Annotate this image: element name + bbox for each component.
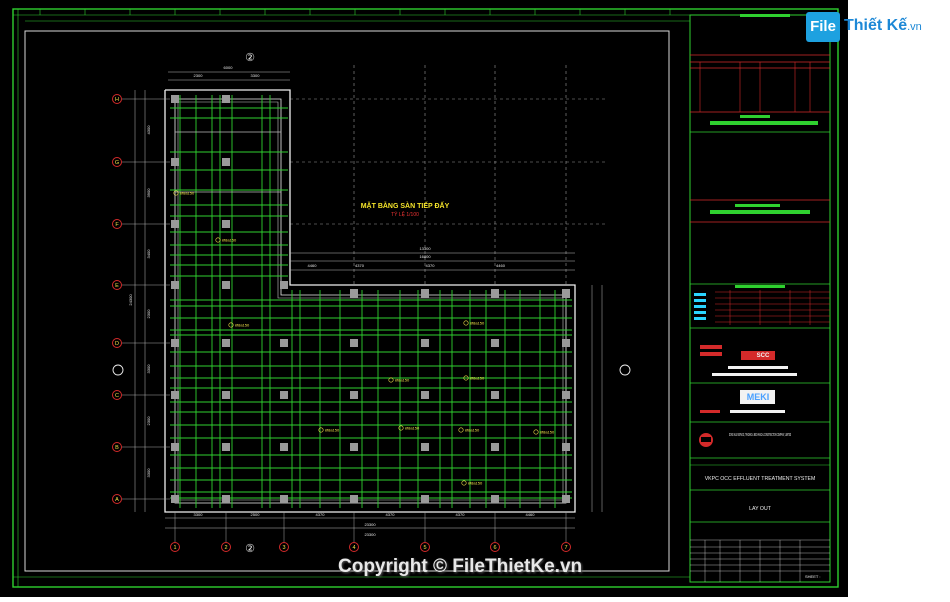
dim-top-a: 2300 xyxy=(194,73,204,78)
dim-bottom-1: 2500 xyxy=(251,512,261,517)
dim-left-6: 3300 xyxy=(146,468,151,478)
grid-row-c-label: C xyxy=(115,393,119,399)
section-mark-left xyxy=(112,364,124,376)
grid-col-7-label: 7 xyxy=(564,545,567,551)
rebar-tag-3: Ø8a150 xyxy=(470,321,485,326)
meki-logo: MEKI xyxy=(747,392,770,402)
dim-top-b: 3300 xyxy=(251,73,261,78)
section-mark-top: ② xyxy=(245,52,255,64)
sheet-title: LAY OUT xyxy=(749,506,772,512)
rebar-tag-marker xyxy=(173,190,179,196)
rebar-tag-marker xyxy=(461,480,467,486)
grid-col-4-label: 4 xyxy=(352,545,355,551)
scc-logo: SCC xyxy=(757,353,770,359)
grid-row-b-label: B xyxy=(115,445,119,451)
dim-bottom-3: 4370 xyxy=(386,512,396,517)
dim-bottom-0: 3300 xyxy=(194,512,204,517)
dim-bottom-5: 4460 xyxy=(526,512,536,517)
grid-row-g-label: G xyxy=(115,160,119,166)
dim-span-2: 4370 xyxy=(426,263,436,268)
dim-span-0: 4460 xyxy=(308,263,318,268)
logo-word: Thiết Kế xyxy=(844,17,908,34)
grid-col-3-label: 3 xyxy=(282,545,285,551)
dim-bottom-2: 4370 xyxy=(316,512,326,517)
drawing-title: MẶT BẰNG SÀN TIẾP ĐẤY xyxy=(361,200,450,210)
rebar-tag-6: Ø8a150 xyxy=(325,428,340,433)
logo-mark: File xyxy=(806,12,840,42)
company-name: DONG HUU SERVICE, TRADING & MECHANICAL C… xyxy=(729,432,791,437)
dim-span-3: 4460 xyxy=(496,263,506,268)
grid-row-e-label: E xyxy=(115,283,119,289)
dim-span-1: 4370 xyxy=(355,263,365,268)
dim-left-1: 3900 xyxy=(146,188,151,198)
grid-row-d-label: D xyxy=(115,341,119,347)
section-mark-bottom: ② xyxy=(245,543,255,555)
title-block xyxy=(690,14,830,582)
rebar-tag-0: Ø8a150 xyxy=(180,191,195,196)
rebar-tag-marker xyxy=(215,237,221,243)
rebar-tag-marker xyxy=(458,427,464,433)
dim-top-total: 6000 xyxy=(224,65,234,70)
dim-bottom-4: 4370 xyxy=(456,512,466,517)
sheet-label: SHEET : xyxy=(805,574,821,579)
grid-col-6-label: 6 xyxy=(493,545,496,551)
dim-bottom-total: 23300 xyxy=(364,522,376,527)
section-mark-right xyxy=(619,364,631,376)
logo-text: Thiết Kế.vn xyxy=(844,17,922,35)
dim-mid-b: 16800 xyxy=(419,254,431,259)
rebar-tag-marker xyxy=(318,427,324,433)
grid-col-2-label: 2 xyxy=(224,545,227,551)
dim-bottom-total-2: 23300 xyxy=(364,532,376,537)
rebar-tag-2: Ø8a150 xyxy=(235,323,250,328)
grid-col-5-label: 5 xyxy=(423,545,426,551)
grid-row-h-label: H xyxy=(115,97,119,103)
logo-suffix: .vn xyxy=(907,21,922,33)
grid-row-f-label: F xyxy=(115,222,119,228)
rebar-tag-5: Ø8a150 xyxy=(470,376,485,381)
site-logo[interactable]: File Thiết Kế.vn xyxy=(806,8,946,48)
dim-left-5: 2300 xyxy=(146,416,151,426)
rebar-tag-8: Ø8a150 xyxy=(465,428,480,433)
drawing-subtitle: TỶ LỆ 1/100 xyxy=(391,210,419,218)
rebar-tag-4: Ø8a150 xyxy=(395,378,410,383)
rebar-tag-marker xyxy=(228,322,234,328)
rebar-tag-9: Ø8a150 xyxy=(540,430,555,435)
rebar-tag-marker xyxy=(463,320,469,326)
rebar-tag-marker xyxy=(388,377,394,383)
copyright-watermark: Copyright © FileThietKe.vn xyxy=(338,556,583,577)
cad-drawing: H G F E D C B A 1 2 3 4 5 6 7 6000 2300 3300 13300 16800 446… xyxy=(0,0,848,597)
dim-left-3: 2300 xyxy=(146,309,151,319)
rebar-tag-1: Ø8a150 xyxy=(222,238,237,243)
rebar-tag-7: Ø8a150 xyxy=(405,426,420,431)
dim-left-0: 4300 xyxy=(146,125,151,135)
cad-sheet: H G F E D C B A 1 2 3 4 5 6 7 6000 2300 3300 13300 16800 446… xyxy=(12,8,839,588)
grid-row-a-label: A xyxy=(115,497,119,503)
dim-mid-a: 13300 xyxy=(419,246,431,251)
rebar-tag-10: Ø8a150 xyxy=(468,481,483,486)
project-name: VKPC OCC EFFLUENT TREATMENT SYSTEM xyxy=(705,476,816,482)
dim-left-2: 3400 xyxy=(146,249,151,259)
grid-col-1-label: 1 xyxy=(173,545,176,551)
rebar-tag-marker xyxy=(533,429,539,435)
rebar-tag-marker xyxy=(398,425,404,431)
dim-left-4: 3300 xyxy=(146,364,151,374)
dim-left-total: 24300 xyxy=(128,294,133,306)
drawing-frame xyxy=(24,30,670,572)
